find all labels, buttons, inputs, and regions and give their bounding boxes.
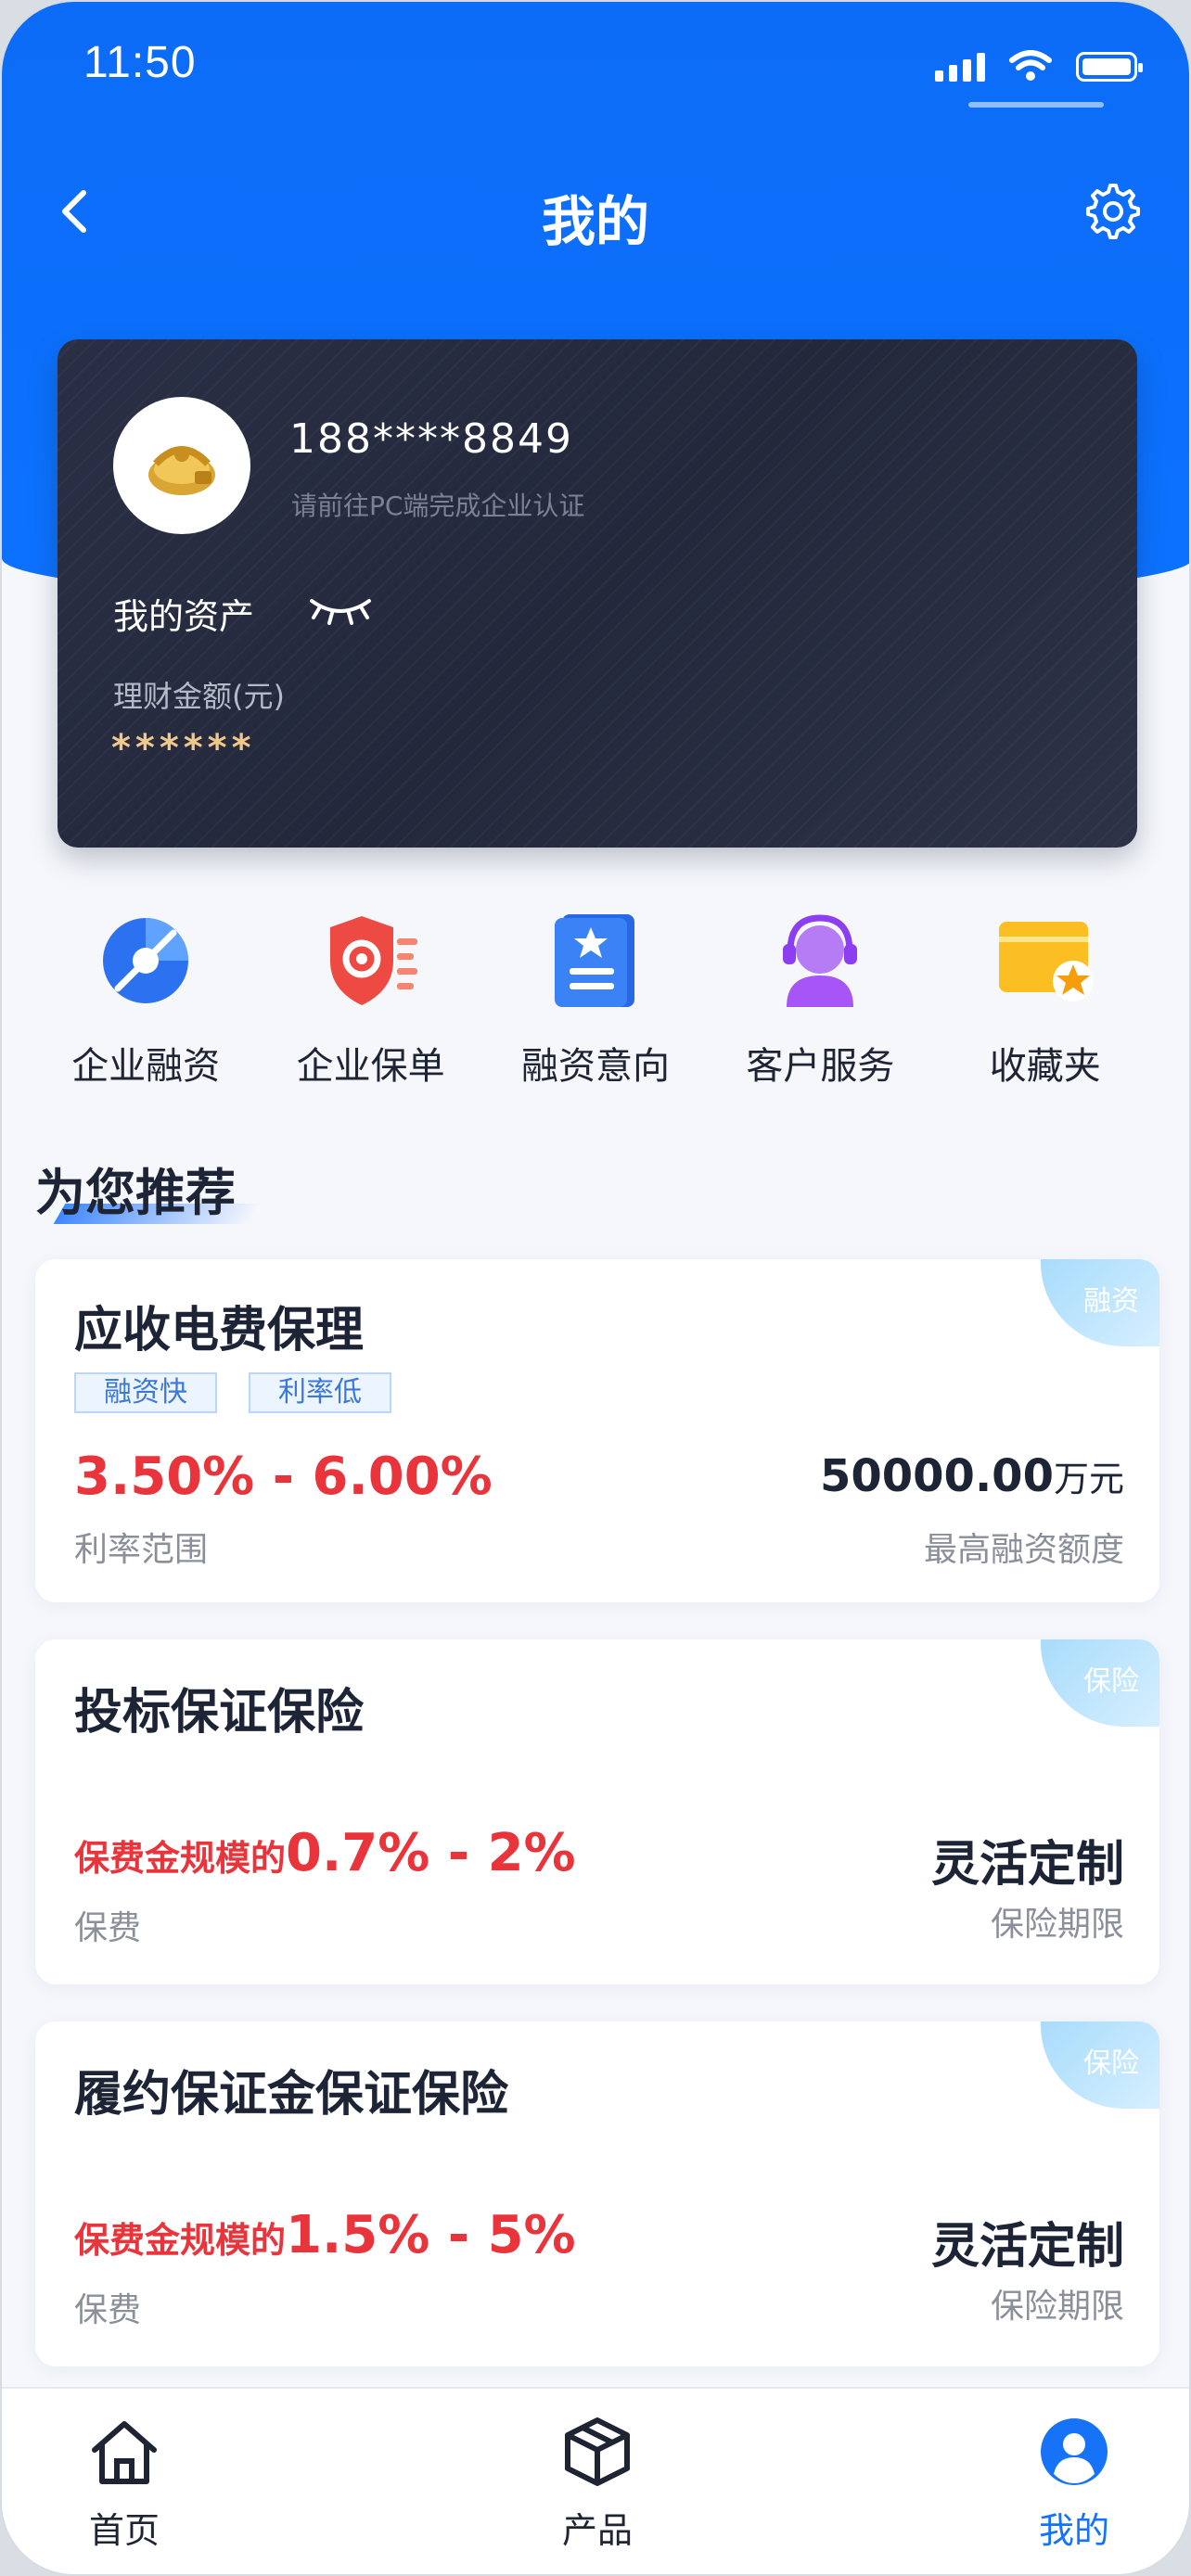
product-card[interactable]: 保险 投标保证保险 保费金规模的0.7% - 2% 保费 灵活定制 保险期限 <box>35 1639 1159 1984</box>
amount-label: 理财金额(元) <box>113 679 285 714</box>
bottom-tab-bar: 首页 产品 我的 <box>2 2387 1189 2574</box>
policy-shield-icon <box>329 916 417 1005</box>
nav-bar: 我的 <box>2 169 1189 253</box>
rate-label: 利率范围 <box>74 1531 209 1569</box>
shortcut-financing[interactable]: 企业融资 <box>44 906 248 1090</box>
phone-screen: 11:50 我的 188****8849 请前往PC端完成企业认证 我的资产 理… <box>0 0 1191 2576</box>
feature-chip: 利率低 <box>249 1372 391 1413</box>
assets-label: 我的资产 <box>113 596 255 637</box>
product-tag: 保险 <box>1041 2021 1159 2109</box>
max-amount-label: 最高融资额度 <box>923 1531 1124 1569</box>
rate-value: 保费金规模的0.7% - 2% <box>74 1823 576 1883</box>
battery-icon <box>1076 52 1143 82</box>
shortcut-favorites[interactable]: 收藏夹 <box>943 906 1147 1090</box>
feature-chip: 融资快 <box>74 1372 217 1413</box>
tab-products[interactable]: 产品 <box>523 2417 672 2553</box>
product-name: 应收电费保理 <box>74 1303 365 1358</box>
shortcut-policy[interactable]: 企业保单 <box>269 906 473 1090</box>
term-label: 保险期限 <box>990 1906 1124 1944</box>
product-tag: 融资 <box>1041 1259 1159 1346</box>
term-value: 灵活定制 <box>930 1837 1124 1893</box>
rate-label: 保费 <box>74 2291 142 2329</box>
shortcut-intent[interactable]: 融资意向 <box>493 906 698 1090</box>
rate-value: 保费金规模的1.5% - 5% <box>74 2205 576 2265</box>
home-icon <box>92 2421 157 2484</box>
page-title: 我的 <box>541 190 649 253</box>
tab-home[interactable]: 首页 <box>50 2417 198 2553</box>
max-amount: 50000.00万元 <box>819 1450 1124 1502</box>
customer-service-icon <box>783 914 858 1007</box>
wifi-icon <box>1009 50 1052 81</box>
intent-book-icon <box>554 914 634 1007</box>
product-box-icon <box>565 2417 630 2486</box>
product-card[interactable]: 融资 应收电费保理 融资快 利率低 3.50% - 6.00% 利率范围 500… <box>35 1259 1159 1602</box>
product-chips: 融资快 利率低 <box>74 1372 391 1413</box>
product-name: 投标保证保险 <box>74 1685 365 1741</box>
rate-label: 保费 <box>74 1909 142 1947</box>
financing-icon <box>103 918 189 1003</box>
rate-value: 3.50% - 6.00% <box>74 1447 493 1507</box>
status-indicator-bar <box>968 102 1104 108</box>
term-label: 保险期限 <box>990 2288 1124 2326</box>
section-title-recommend: 为您推荐 <box>35 1164 236 1222</box>
favorites-icon <box>998 922 1094 1001</box>
amount-masked: ****** <box>111 727 256 770</box>
profile-icon <box>1041 2418 1108 2485</box>
settings-gear-icon[interactable] <box>1083 182 1143 241</box>
shortcut-customer-service[interactable]: 客户服务 <box>718 906 922 1090</box>
eye-closed-icon[interactable] <box>306 590 375 627</box>
status-time: 11:50 <box>83 38 197 87</box>
status-icons <box>935 50 1143 82</box>
profile-card: 188****8849 请前往PC端完成企业认证 我的资产 理财金额(元) **… <box>58 339 1137 848</box>
product-card[interactable]: 保险 履约保证金保证保险 保费金规模的1.5% - 5% 保费 灵活定制 保险期… <box>35 2021 1159 2366</box>
tab-profile[interactable]: 我的 <box>1000 2417 1148 2553</box>
shortcut-grid: 企业融资 企业保单 融资意向 客户服务 收藏夹 <box>2 906 1189 1090</box>
term-value: 灵活定制 <box>930 2219 1124 2275</box>
status-bar: 11:50 <box>2 2 1189 141</box>
cellular-signal-icon <box>935 52 985 82</box>
product-name: 履约保证金保证保险 <box>74 2067 509 2123</box>
avatar[interactable] <box>113 397 250 534</box>
certification-hint[interactable]: 请前往PC端完成企业认证 <box>291 486 584 523</box>
product-tag: 保险 <box>1041 1639 1159 1727</box>
company-logo-icon <box>148 446 215 495</box>
account-phone: 188****8849 <box>289 415 573 463</box>
